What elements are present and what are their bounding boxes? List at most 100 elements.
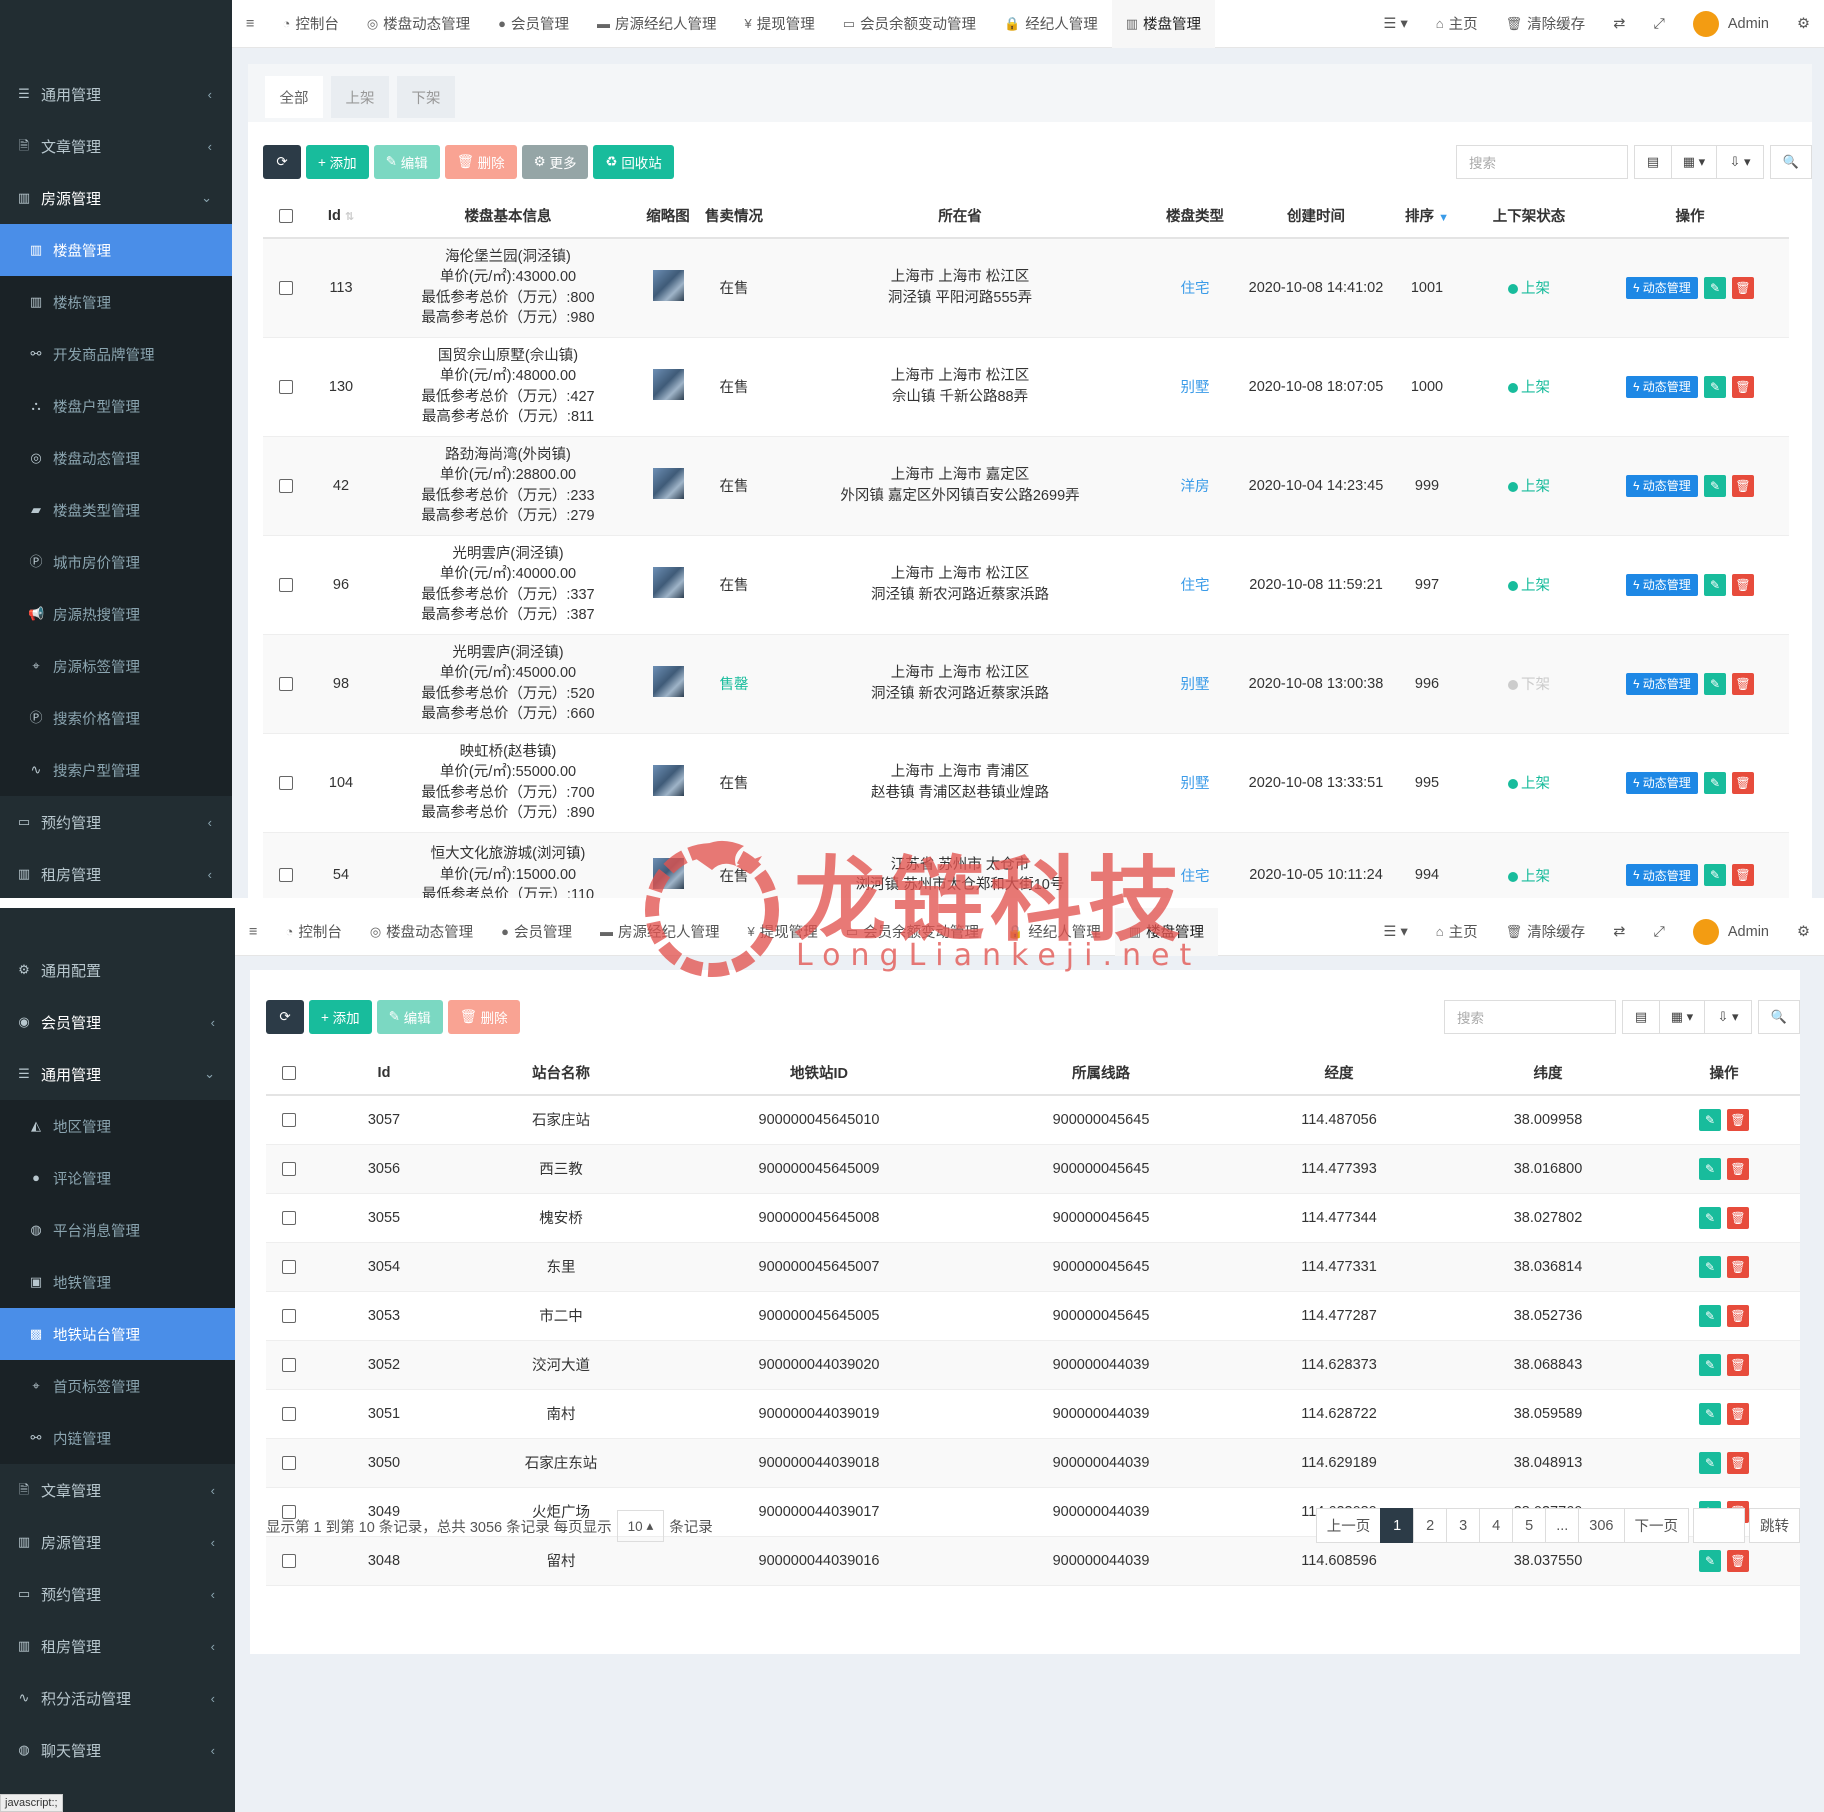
sidebar-item-9[interactable]: ▰ 楼盘类型管理: [0, 484, 232, 536]
sidebar-item-16[interactable]: ▥ 租房管理 ‹: [0, 848, 232, 898]
delete-row-button[interactable]: 🗑: [1732, 864, 1755, 886]
row-checkbox[interactable]: [266, 1536, 312, 1586]
table-row[interactable]: 3050 石家庄东站 900000044039018 900000044039 114.…: [266, 1438, 1800, 1488]
cell-type[interactable]: 住宅: [1145, 832, 1245, 898]
search-input[interactable]: 搜索: [1456, 145, 1628, 179]
home-link[interactable]: ⌂ 主页: [1422, 0, 1492, 48]
nav-tab-1[interactable]: ◔ 控制台: [268, 0, 352, 48]
edit-button[interactable]: ✎ 编辑: [376, 1000, 443, 1034]
nav-dropdown-button[interactable]: ☰ ▾: [1369, 0, 1421, 48]
sidebar-item-3[interactable]: ▥ 房源管理 ⌄: [0, 172, 232, 224]
search-input[interactable]: 搜索: [1444, 1000, 1616, 1034]
fullscreen-button[interactable]: ⤢: [1639, 908, 1679, 956]
add-button[interactable]: + 添加: [309, 1000, 372, 1034]
delete-row-button[interactable]: 🗑: [1732, 474, 1755, 497]
sidebar-item-2[interactable]: ◉ 会员管理 ‹: [0, 996, 235, 1048]
table-row[interactable]: 42 路劲海尚湾(外岗镇) 单价(元/㎡):28800.00 最低参考总价（万元）:2…: [263, 436, 1789, 536]
delete-row-button[interactable]: 🗑: [1727, 1255, 1750, 1278]
export-button[interactable]: ⇩ ▾: [1716, 145, 1764, 179]
nav-tab-7[interactable]: 🔒 经纪人管理: [990, 0, 1112, 48]
menu-toggle-icon[interactable]: ≡: [232, 0, 268, 48]
recycle-bin-button[interactable]: ♻ 回收站: [593, 145, 674, 179]
edit-row-button[interactable]: ✎: [1698, 1353, 1721, 1376]
home-link[interactable]: ⌂ 主页: [1422, 908, 1492, 956]
refresh-button[interactable]: ⟳: [266, 1000, 304, 1034]
delete-row-button[interactable]: 🗑: [1727, 1402, 1750, 1425]
nav-dropdown-button[interactable]: ☰ ▾: [1369, 908, 1421, 956]
toggle-view-button[interactable]: ▤: [1634, 145, 1672, 179]
dynamic-manage-button[interactable]: ϟ 动态管理: [1625, 474, 1698, 497]
cell-thumb[interactable]: [643, 436, 693, 536]
sidebar-item-14[interactable]: ▥ 租房管理 ‹: [0, 1620, 235, 1672]
row-checkbox[interactable]: [263, 535, 309, 635]
cell-type[interactable]: 洋房: [1145, 436, 1245, 536]
cell-status[interactable]: 上架: [1467, 535, 1591, 635]
row-checkbox[interactable]: [266, 1291, 312, 1341]
edit-row-button[interactable]: ✎: [1704, 672, 1726, 695]
column-header[interactable]: Id ⇅: [309, 194, 373, 239]
edit-row-button[interactable]: ✎: [1704, 375, 1726, 398]
delete-button[interactable]: 🗑 删除: [447, 1000, 520, 1034]
sidebar-item-2[interactable]: 🗎 文章管理 ‹: [0, 120, 232, 172]
edit-row-button[interactable]: ✎: [1698, 1108, 1721, 1131]
row-checkbox[interactable]: [266, 1193, 312, 1243]
fullscreen-button[interactable]: ⤢: [1639, 0, 1679, 48]
refresh-button[interactable]: ⟳: [263, 145, 301, 179]
menu-toggle-icon[interactable]: ≡: [235, 908, 271, 956]
table-row[interactable]: 3054 东里 900000045645007 900000045645 114.477…: [266, 1242, 1800, 1292]
nav-tab-4[interactable]: ▬ 房源经纪人管理: [583, 0, 731, 48]
cell-status[interactable]: 上架: [1467, 436, 1591, 536]
clear-cache-button[interactable]: 🗑 清除缓存: [1492, 908, 1600, 956]
delete-row-button[interactable]: 🗑: [1732, 573, 1755, 596]
sidebar-item-10[interactable]: ⚯ 内链管理: [0, 1412, 235, 1464]
delete-row-button[interactable]: 🗑: [1727, 1353, 1750, 1376]
jump-page-input[interactable]: [1693, 1508, 1745, 1543]
dynamic-manage-button[interactable]: ϟ 动态管理: [1625, 771, 1698, 794]
nav-tab-8[interactable]: ▥ 楼盘管理: [1111, 0, 1216, 48]
sidebar-item-4[interactable]: ▥ 楼盘管理: [0, 224, 232, 276]
cell-type[interactable]: 别墅: [1145, 337, 1245, 437]
row-checkbox[interactable]: [266, 1095, 312, 1145]
sidebar-item-8[interactable]: ▩ 地铁站台管理: [0, 1308, 235, 1360]
row-checkbox[interactable]: [266, 1340, 312, 1390]
sidebar-item-7[interactable]: ▣ 地铁管理: [0, 1256, 235, 1308]
page-button[interactable]: 3: [1446, 1508, 1481, 1543]
nav-tab-2[interactable]: ◎ 楼盘动态管理: [353, 0, 484, 48]
nav-tab-2[interactable]: ◎ 楼盘动态管理: [356, 908, 487, 956]
nav-tab-7[interactable]: 🔒 经纪人管理: [993, 908, 1115, 956]
dynamic-manage-button[interactable]: ϟ 动态管理: [1625, 672, 1698, 695]
cell-status[interactable]: 上架: [1467, 337, 1591, 437]
page-button[interactable]: 1: [1380, 1508, 1415, 1543]
sidebar-item-15[interactable]: ∿ 积分活动管理 ‹: [0, 1672, 235, 1724]
next-page-button[interactable]: 下一页: [1623, 1508, 1689, 1543]
tab-all[interactable]: 全部: [265, 76, 323, 118]
sidebar-item-1[interactable]: ☰ 通用管理 ‹: [0, 68, 232, 120]
edit-row-button[interactable]: ✎: [1698, 1549, 1721, 1572]
thumbnail-image[interactable]: [652, 765, 684, 796]
thumbnail-image[interactable]: [652, 369, 684, 400]
cell-status[interactable]: 上架: [1467, 238, 1591, 338]
dynamic-manage-button[interactable]: ϟ 动态管理: [1625, 573, 1698, 596]
sidebar-item-5[interactable]: ▥ 楼栋管理: [0, 276, 232, 328]
edit-row-button[interactable]: ✎: [1698, 1157, 1721, 1180]
edit-row-button[interactable]: ✎: [1704, 573, 1726, 596]
page-button[interactable]: 2: [1413, 1508, 1448, 1543]
delete-row-button[interactable]: 🗑: [1727, 1206, 1750, 1229]
settings-button[interactable]: ⚙: [1783, 908, 1824, 956]
table-row[interactable]: 113 海伦堡兰园(洞泾镇) 单价(元/㎡):43000.00 最低参考总价（万元）:…: [263, 238, 1789, 338]
sidebar-item-9[interactable]: ⌖ 首页标签管理: [0, 1360, 235, 1412]
edit-row-button[interactable]: ✎: [1704, 474, 1726, 497]
table-row[interactable]: 3057 石家庄站 900000045645010 900000045645 114.4…: [266, 1095, 1800, 1145]
cell-type[interactable]: 别墅: [1145, 733, 1245, 833]
row-checkbox[interactable]: [263, 832, 309, 898]
edit-row-button[interactable]: ✎: [1704, 276, 1726, 299]
row-checkbox[interactable]: [263, 634, 309, 734]
sidebar-item-16[interactable]: ◍ 聊天管理 ‹: [0, 1724, 235, 1776]
nav-tab-3[interactable]: ● 会员管理: [484, 0, 583, 48]
sidebar-item-12[interactable]: ⌖ 房源标签管理: [0, 640, 232, 692]
select-all-checkbox[interactable]: [263, 194, 309, 239]
select-all-checkbox[interactable]: [266, 1051, 312, 1096]
prev-page-button[interactable]: 上一页: [1315, 1508, 1382, 1543]
table-row[interactable]: 104 映虹桥(赵巷镇) 单价(元/㎡):55000.00 最低参考总价（万元）:70…: [263, 733, 1789, 833]
thumbnail-image[interactable]: [652, 468, 684, 499]
